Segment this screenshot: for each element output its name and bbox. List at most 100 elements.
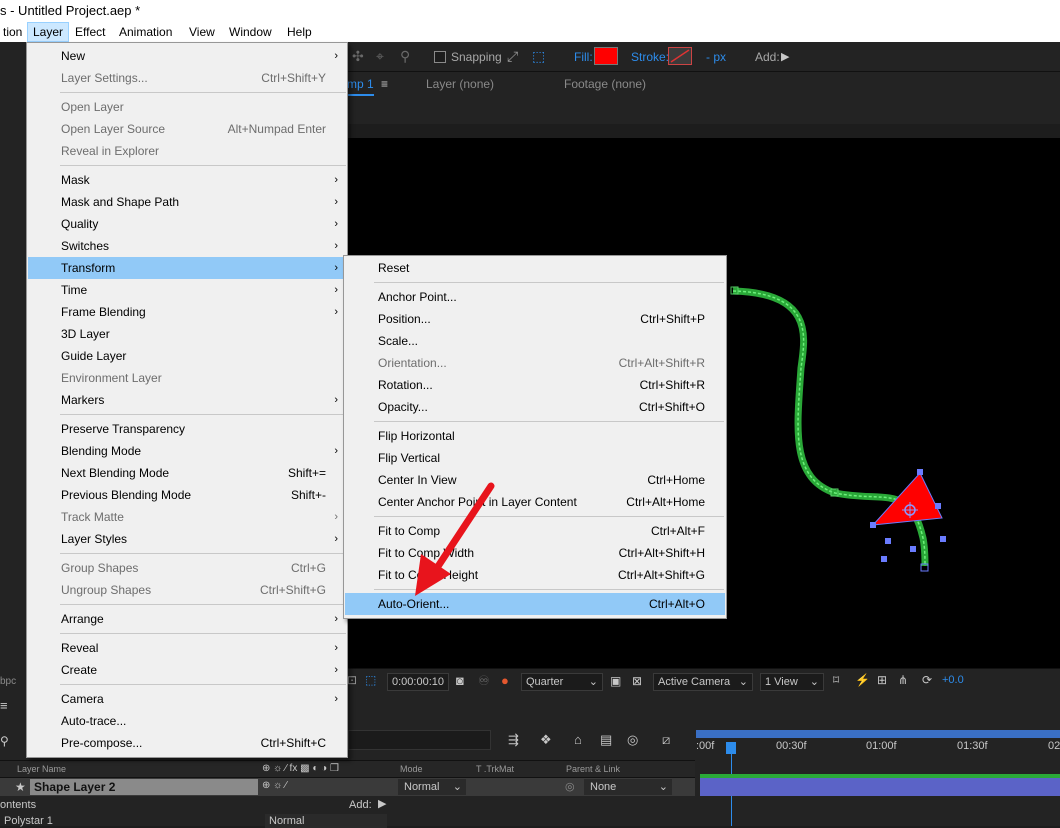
parent-select[interactable]: None ⌄ bbox=[584, 779, 672, 795]
stroke-label[interactable]: Stroke: bbox=[631, 50, 669, 64]
timecode-display[interactable]: 0:00:00:10 bbox=[387, 673, 449, 691]
region-of-interest-icon[interactable]: ▣ bbox=[610, 674, 621, 688]
menu-item-reset[interactable]: Reset bbox=[345, 257, 725, 279]
menu-item-switches[interactable]: Switches › bbox=[28, 235, 346, 257]
shy-icon[interactable]: ⌂ bbox=[574, 732, 582, 747]
add-play-icon[interactable]: ▶ bbox=[781, 50, 789, 63]
menu-item-next-blending-mode[interactable]: Next Blending Mode Shift+= bbox=[28, 462, 346, 484]
pin-tool-icon[interactable]: ⌖ bbox=[376, 48, 384, 65]
region-icon[interactable]: ⊡ bbox=[347, 673, 357, 687]
menu-item-preserve-transparency[interactable]: Preserve Transparency bbox=[28, 418, 346, 440]
menu-item-auto-trace[interactable]: Auto-trace... bbox=[28, 710, 346, 732]
contents-label[interactable]: ontents bbox=[0, 799, 36, 811]
snapshot-icon[interactable]: ◙ bbox=[456, 673, 464, 688]
layer-switches-icons[interactable]: ⊕ ☼ ∕ bbox=[262, 780, 287, 791]
menu-item-3d-layer[interactable]: 3D Layer bbox=[28, 323, 346, 345]
menu-item-arrange[interactable]: Arrange › bbox=[28, 608, 346, 630]
add-play-icon[interactable]: ▶ bbox=[378, 797, 386, 810]
menu-item-reveal[interactable]: Reveal › bbox=[28, 637, 346, 659]
menu-item-frame-blending[interactable]: Frame Blending › bbox=[28, 301, 346, 323]
menu-item-track-matte[interactable]: Track Matte › bbox=[28, 506, 346, 528]
menu-item-environment-layer[interactable]: Environment Layer bbox=[28, 367, 346, 389]
snap-extend-icon[interactable]: ⤢ bbox=[507, 48, 518, 65]
fill-label[interactable]: Fill: bbox=[574, 50, 593, 64]
menu-animation[interactable]: Animation bbox=[114, 22, 177, 42]
menu-item-open-layer-source[interactable]: Open Layer Source Alt+Numpad Enter bbox=[28, 118, 346, 140]
col-parent[interactable]: Parent & Link bbox=[566, 764, 620, 774]
menu-item-anchor-point[interactable]: Anchor Point... bbox=[345, 286, 725, 308]
menu-item-layer-settings[interactable]: Layer Settings... Ctrl+Shift+Y bbox=[28, 67, 346, 89]
menu-view[interactable]: View bbox=[184, 22, 220, 42]
menu-item-center-anchor-point[interactable]: Center Anchor Point in Layer Content Ctrl… bbox=[345, 491, 725, 513]
frame-blending-icon[interactable]: ▤ bbox=[600, 732, 612, 748]
graph-editor-icon[interactable]: ⧄ bbox=[662, 732, 670, 748]
search-icon[interactable]: ⚲ bbox=[0, 734, 9, 748]
layer-name[interactable]: Shape Layer 2 bbox=[30, 779, 258, 795]
resolution-select[interactable]: Quarter ⌄ bbox=[521, 673, 603, 691]
bpc-label[interactable]: bpc bbox=[0, 676, 16, 687]
menu-item-create[interactable]: Create › bbox=[28, 659, 346, 681]
menu-item-previous-blending-mode[interactable]: Previous Blending Mode Shift+- bbox=[28, 484, 346, 506]
menu-item-layer-styles[interactable]: Layer Styles › bbox=[28, 528, 346, 550]
snapping-checkbox[interactable] bbox=[434, 51, 446, 63]
snap-feather-icon[interactable]: ⬚ bbox=[532, 48, 545, 65]
menu-item-auto-orient[interactable]: Auto-Orient... Ctrl+Alt+O bbox=[345, 593, 725, 615]
menu-item-mask-and-shape-path[interactable]: Mask and Shape Path › bbox=[28, 191, 346, 213]
menu-item-quality[interactable]: Quality › bbox=[28, 213, 346, 235]
menu-item-new[interactable]: New › bbox=[28, 45, 346, 67]
stroke-width[interactable]: - px bbox=[706, 50, 726, 64]
flowchart-icon[interactable]: ⋔ bbox=[898, 673, 908, 687]
menu-item-time[interactable]: Time › bbox=[28, 279, 346, 301]
tab-composition[interactable]: mp 1 bbox=[347, 77, 374, 96]
menu-item-pre-compose[interactable]: Pre-compose... Ctrl+Shift+C bbox=[28, 732, 346, 754]
tab-layer[interactable]: Layer (none) bbox=[426, 77, 494, 91]
tab-menu-icon[interactable]: ≡ bbox=[381, 77, 388, 91]
timeline-search-input[interactable] bbox=[348, 730, 491, 750]
work-area-bar[interactable] bbox=[696, 730, 1060, 738]
menu-window[interactable]: Window bbox=[224, 22, 277, 42]
channel-icon[interactable]: ● bbox=[501, 673, 509, 688]
menu-item-position[interactable]: Position... Ctrl+Shift+P bbox=[345, 308, 725, 330]
menu-item-flip-horizontal[interactable]: Flip Horizontal bbox=[345, 425, 725, 447]
menu-item-mask[interactable]: Mask › bbox=[28, 169, 346, 191]
menu-item-flip-vertical[interactable]: Flip Vertical bbox=[345, 447, 725, 469]
timeline-menu-icon[interactable]: ≡ bbox=[0, 698, 8, 713]
mode-select[interactable]: Normal ⌄ bbox=[398, 779, 466, 795]
col-layer-name[interactable]: Layer Name bbox=[17, 764, 66, 774]
menu-item-fit-to-comp[interactable]: Fit to Comp Ctrl+Alt+F bbox=[345, 520, 725, 542]
camera-select[interactable]: Active Camera ⌄ bbox=[653, 673, 753, 691]
reset-exposure-icon[interactable]: ⟳ bbox=[922, 673, 932, 687]
menu-item-markers[interactable]: Markers › bbox=[28, 389, 346, 411]
views-select[interactable]: 1 View ⌄ bbox=[760, 673, 824, 691]
menu-help[interactable]: Help bbox=[282, 22, 317, 42]
polystar-label[interactable]: Polystar 1 bbox=[4, 815, 53, 827]
timeline-layer-row[interactable]: ★ Shape Layer 2 ⊕ ☼ ∕ Normal ⌄ ◎ None ⌄ bbox=[0, 778, 695, 796]
menu-item-fit-to-comp-width[interactable]: Fit to Comp Width Ctrl+Alt+Shift+H bbox=[345, 542, 725, 564]
timeline-icon[interactable]: ⊞ bbox=[877, 673, 887, 687]
menu-item-opacity[interactable]: Opacity... Ctrl+Shift+O bbox=[345, 396, 725, 418]
menu-item-orientation[interactable]: Orientation... Ctrl+Alt+Shift+R bbox=[345, 352, 725, 374]
fill-swatch[interactable] bbox=[594, 47, 618, 65]
puppet-tool-icon[interactable]: ✣ bbox=[352, 48, 364, 65]
transparency-grid-icon[interactable]: ⊠ bbox=[632, 674, 642, 688]
menu-item-ungroup-shapes[interactable]: Ungroup Shapes Ctrl+Shift+G bbox=[28, 579, 346, 601]
grid-icon[interactable]: ⬚ bbox=[365, 673, 376, 687]
menu-layer[interactable]: Layer bbox=[27, 22, 70, 42]
menu-item-transform[interactable]: Transform › bbox=[28, 257, 346, 279]
menu-item-blending-mode[interactable]: Blending Mode › bbox=[28, 440, 346, 462]
timeline-ruler[interactable]: :00f 00:30f 01:00f 01:30f 02 bbox=[696, 730, 1060, 760]
col-mode[interactable]: Mode bbox=[400, 764, 423, 774]
draft-3d-icon[interactable]: ❖ bbox=[540, 732, 552, 748]
menu-item-center-in-view[interactable]: Center In View Ctrl+Home bbox=[345, 469, 725, 491]
layer-duration-bar[interactable] bbox=[700, 778, 1060, 796]
roto-tool-icon[interactable]: ⚲ bbox=[400, 48, 410, 65]
show-snapshot-icon[interactable]: ♾ bbox=[478, 673, 490, 689]
toggle-pixel-icon[interactable]: ⌑ bbox=[833, 673, 839, 687]
pickwhip-icon[interactable]: ◎ bbox=[565, 780, 575, 793]
fast-preview-icon[interactable]: ⚡ bbox=[855, 673, 870, 687]
menu-effect[interactable]: Effect bbox=[70, 22, 110, 42]
menu-item-reveal-in-explorer[interactable]: Reveal in Explorer bbox=[28, 140, 346, 162]
menu-item-open-layer[interactable]: Open Layer bbox=[28, 96, 346, 118]
menu-item-fit-to-comp-height[interactable]: Fit to Comp HeightCtrl+Alt+Shift+G bbox=[345, 564, 725, 586]
exposure-value[interactable]: +0.0 bbox=[942, 674, 964, 686]
